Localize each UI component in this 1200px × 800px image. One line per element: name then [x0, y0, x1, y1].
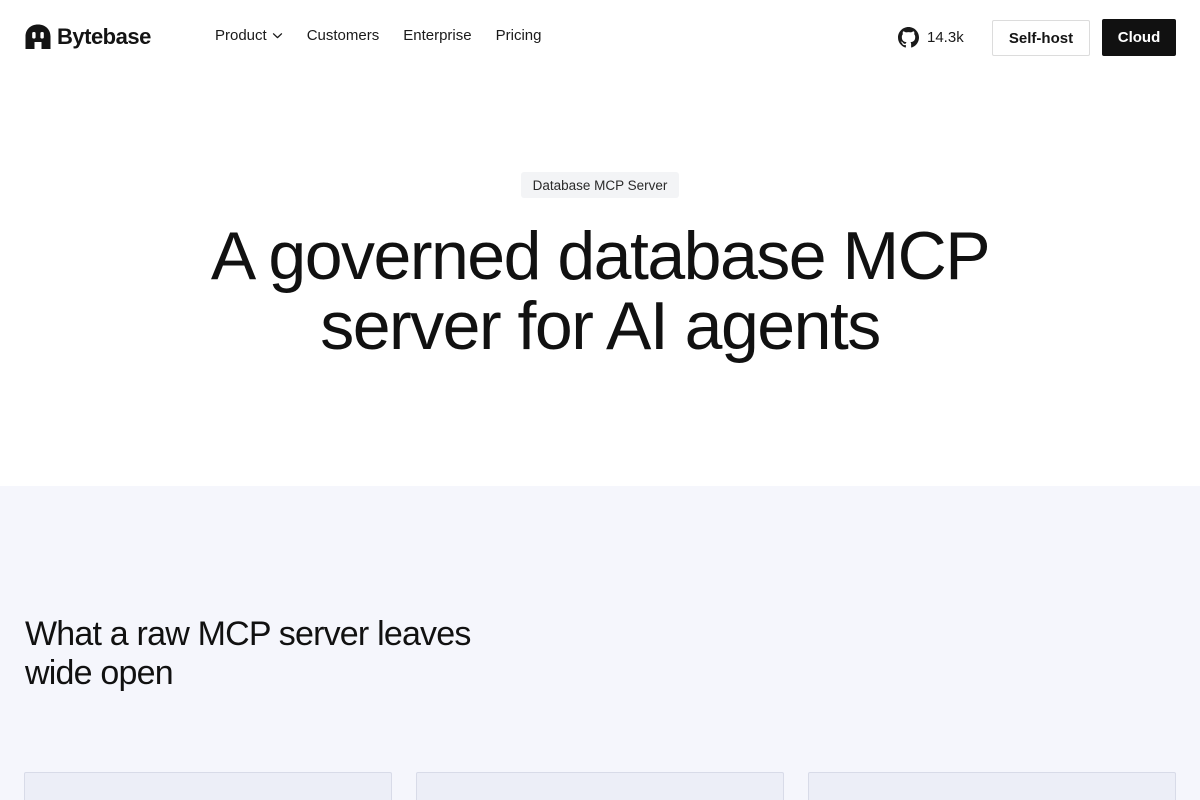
nav-item-customers[interactable]: Customers	[307, 27, 380, 44]
github-stars-link[interactable]: 14.3k	[898, 27, 964, 48]
section-title: What a raw MCP server leaves wide open	[25, 615, 545, 693]
section-title-line-2: wide open	[25, 654, 174, 692]
nav-item-label: Pricing	[495, 27, 542, 44]
feature-card	[24, 772, 392, 800]
chevron-down-icon	[272, 33, 282, 39]
main-nav: Product Customers Enterprise Pricing	[215, 27, 565, 44]
bytebase-logo-link[interactable]: Bytebase	[24, 23, 151, 51]
brand-name: Bytebase	[57, 24, 151, 49]
hero-badge: Database MCP Server	[521, 172, 679, 198]
top-navigation: Bytebase Product Customers Enterprise Pr…	[0, 0, 1200, 76]
feature-card	[808, 772, 1176, 800]
feature-card	[416, 772, 784, 800]
nav-item-label: Product	[215, 27, 267, 44]
nav-item-enterprise[interactable]: Enterprise	[403, 27, 471, 44]
self-host-button[interactable]: Self-host	[992, 20, 1090, 56]
nav-item-product[interactable]: Product	[215, 27, 283, 44]
hero-title-line-1: A governed database MCP	[210, 218, 991, 294]
nav-item-label: Enterprise	[403, 27, 472, 44]
hero-title-line-2: server for AI agents	[320, 288, 881, 364]
bytebase-logo-icon	[25, 24, 51, 49]
hero-title: A governed database MCP server for AI ag…	[100, 221, 1100, 361]
nav-item-pricing[interactable]: Pricing	[496, 27, 542, 44]
cloud-button[interactable]: Cloud	[1102, 19, 1176, 56]
problem-section: What a raw MCP server leaves wide open	[0, 486, 1200, 800]
section-title-line-1: What a raw MCP server leaves	[25, 615, 471, 653]
github-star-count: 14.3k	[927, 29, 964, 46]
nav-item-label: Customers	[306, 27, 380, 44]
hero-section: Database MCP Server A governed database …	[0, 76, 1200, 486]
github-icon	[898, 27, 919, 48]
